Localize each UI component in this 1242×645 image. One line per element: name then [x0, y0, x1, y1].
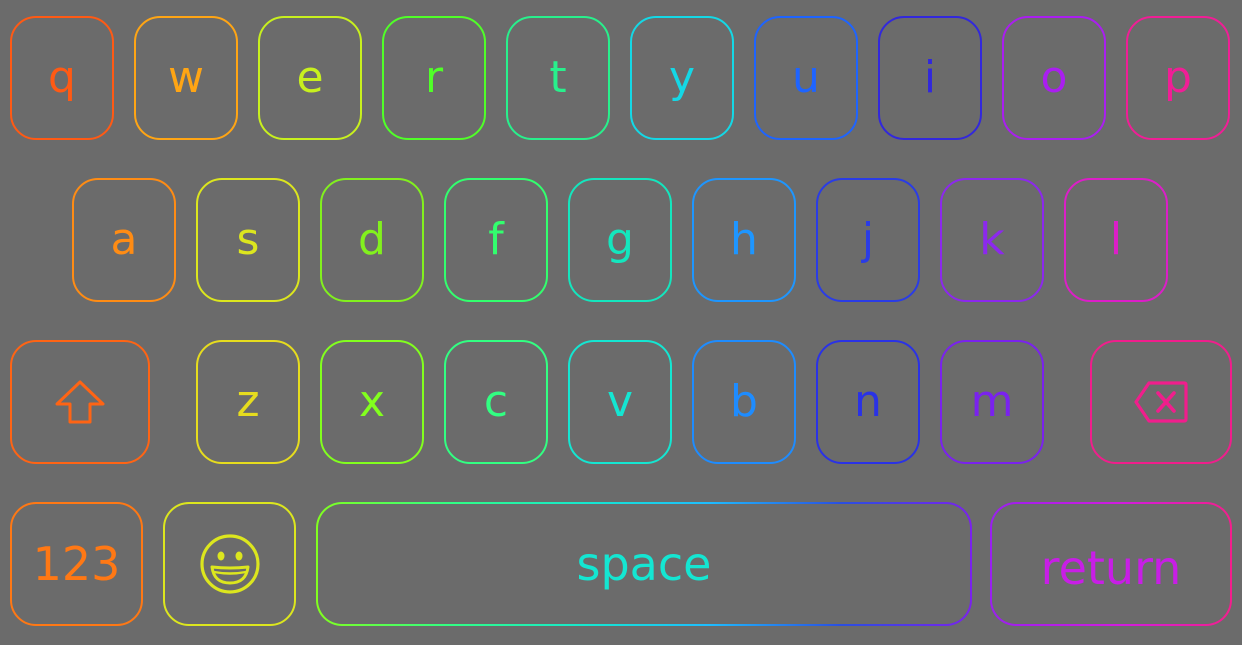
key-label: b: [730, 376, 758, 427]
key-label: l: [1109, 214, 1123, 265]
key-label: u: [792, 52, 820, 103]
key-a[interactable]: a: [72, 178, 176, 302]
key-o[interactable]: o: [1002, 16, 1106, 140]
key-label: s: [236, 214, 260, 265]
key-label: k: [979, 214, 1005, 265]
numbers-key-label: 123: [32, 537, 121, 591]
key-label: g: [606, 214, 634, 265]
key-k[interactable]: k: [940, 178, 1044, 302]
key-label: t: [549, 52, 567, 103]
backspace-icon: [1133, 380, 1189, 424]
numbers-key[interactable]: 123: [10, 502, 143, 626]
key-label: r: [424, 52, 444, 103]
key-u[interactable]: u: [754, 16, 858, 140]
key-label: w: [168, 52, 204, 103]
key-label: j: [861, 214, 875, 265]
smiley-face-icon: [199, 533, 261, 595]
key-label: d: [358, 214, 386, 265]
key-g[interactable]: g: [568, 178, 672, 302]
key-p[interactable]: p: [1126, 16, 1230, 140]
space-key-label: space: [576, 537, 712, 591]
space-key[interactable]: space: [316, 502, 972, 626]
key-label: i: [923, 52, 937, 103]
key-e[interactable]: e: [258, 16, 362, 140]
key-v[interactable]: v: [568, 340, 672, 464]
return-key-label: return: [1040, 541, 1182, 595]
key-l[interactable]: l: [1064, 178, 1168, 302]
key-n[interactable]: n: [816, 340, 920, 464]
key-y[interactable]: y: [630, 16, 734, 140]
key-h[interactable]: h: [692, 178, 796, 302]
shift-key[interactable]: [10, 340, 150, 464]
key-r[interactable]: r: [382, 16, 486, 140]
key-i[interactable]: i: [878, 16, 982, 140]
key-z[interactable]: z: [196, 340, 300, 464]
key-label: e: [296, 52, 324, 103]
key-q[interactable]: q: [10, 16, 114, 140]
key-label: v: [606, 376, 634, 427]
backspace-key[interactable]: [1090, 340, 1232, 464]
key-m[interactable]: m: [940, 340, 1044, 464]
emoji-key[interactable]: [163, 502, 296, 626]
space-key-face: space: [318, 504, 970, 624]
shift-arrow-icon: [54, 379, 106, 425]
key-b[interactable]: b: [692, 340, 796, 464]
key-label: m: [970, 376, 1014, 427]
key-w[interactable]: w: [134, 16, 238, 140]
key-t[interactable]: t: [506, 16, 610, 140]
return-key-face: return: [992, 504, 1230, 624]
key-label: y: [668, 52, 696, 103]
key-label: q: [48, 52, 76, 103]
key-label: z: [236, 376, 260, 427]
key-label: o: [1040, 52, 1068, 103]
key-label: p: [1164, 52, 1192, 103]
key-label: f: [488, 214, 504, 265]
key-f[interactable]: f: [444, 178, 548, 302]
key-c[interactable]: c: [444, 340, 548, 464]
key-label: n: [854, 376, 882, 427]
return-key[interactable]: return: [990, 502, 1232, 626]
key-label: a: [110, 214, 138, 265]
key-d[interactable]: d: [320, 178, 424, 302]
key-label: c: [483, 376, 509, 427]
key-x[interactable]: x: [320, 340, 424, 464]
key-label: x: [358, 376, 386, 427]
key-label: h: [730, 214, 758, 265]
key-s[interactable]: s: [196, 178, 300, 302]
key-j[interactable]: j: [816, 178, 920, 302]
